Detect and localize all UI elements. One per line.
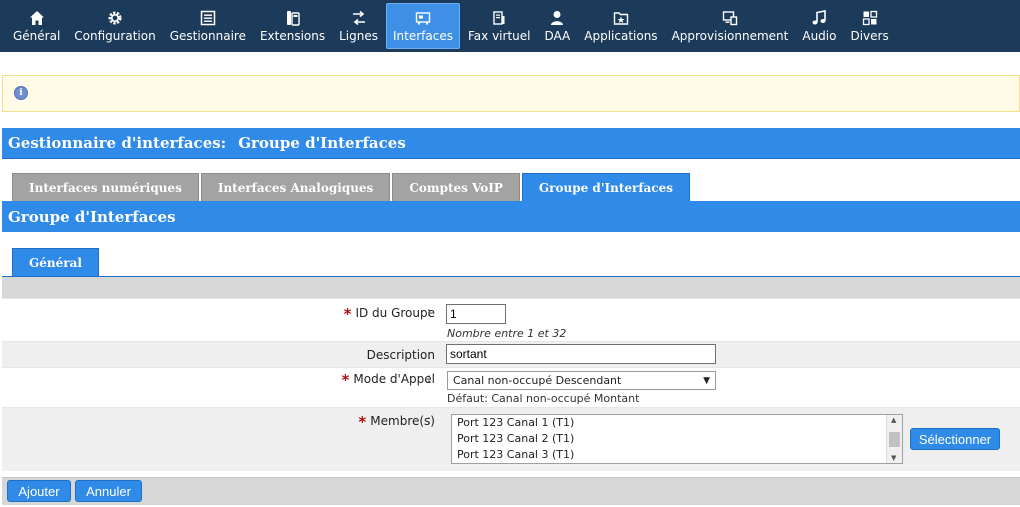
add-button[interactable]: Ajouter bbox=[7, 480, 71, 502]
row-description: Description : bbox=[2, 341, 1020, 367]
interface-tabs: Interfaces numériques Interfaces Analogi… bbox=[12, 173, 692, 201]
required-marker: * bbox=[343, 305, 352, 323]
call-mode-hint: Défaut: Canal non-occupé Montant bbox=[447, 392, 640, 405]
row-members: * Membre(s) : Port 123 Canal 1 (T1) Port … bbox=[2, 407, 1020, 471]
description-input[interactable] bbox=[446, 344, 716, 364]
list-item[interactable]: Port 123 Canal 3 (T1) bbox=[452, 447, 902, 463]
info-banner: i bbox=[2, 75, 1020, 112]
nav-gestionnaire[interactable]: Gestionnaire bbox=[164, 3, 252, 49]
tab-interfaces-numeriques[interactable]: Interfaces numériques bbox=[12, 173, 199, 201]
info-icon: i bbox=[14, 86, 28, 100]
colon: : bbox=[427, 348, 432, 362]
nav-general[interactable]: Général bbox=[7, 3, 66, 49]
section-title: Groupe d'Interfaces bbox=[2, 201, 1020, 232]
group-form: *ID du Groupe : Nombre entre 1 et 32 Des… bbox=[2, 277, 1020, 471]
music-icon bbox=[811, 9, 827, 26]
members-label: * Membre(s) bbox=[358, 413, 435, 431]
devices-icon bbox=[722, 10, 738, 26]
tab-groupe-interfaces[interactable]: Groupe d'Interfaces bbox=[521, 173, 690, 201]
description-label: Description bbox=[366, 348, 435, 362]
nav-approvisionnement[interactable]: Approvisionnement bbox=[666, 3, 795, 49]
scroll-up-icon[interactable]: ▲ bbox=[891, 416, 896, 424]
listbox-scrollbar[interactable]: ▲ ▼ bbox=[886, 415, 902, 463]
route-icon bbox=[351, 10, 367, 26]
home-icon bbox=[29, 10, 45, 26]
group-id-input[interactable] bbox=[446, 304, 506, 324]
form-top-strip bbox=[2, 277, 1020, 298]
group-id-hint: Nombre entre 1 et 32 bbox=[447, 327, 567, 340]
page-title: Gestionnaire d'interfaces: Groupe d'Inte… bbox=[2, 128, 1020, 159]
fax-icon bbox=[491, 10, 507, 26]
nav-daa[interactable]: DAA bbox=[538, 3, 576, 49]
nav-divers[interactable]: Divers bbox=[844, 3, 894, 49]
gear-icon bbox=[107, 10, 123, 26]
subtab-general[interactable]: Général bbox=[12, 248, 99, 276]
card-icon bbox=[415, 10, 431, 26]
group-id-label: * ID du Groupe bbox=[343, 305, 435, 323]
action-bar: Ajouter Annuler bbox=[2, 477, 1020, 505]
nav-configuration[interactable]: Configuration bbox=[68, 3, 161, 49]
call-mode-select[interactable]: Canal non-occupé Descendant ▼ bbox=[447, 371, 716, 390]
nav-extensions[interactable]: Extensions bbox=[254, 3, 331, 49]
grid-icon bbox=[862, 10, 878, 26]
cancel-button[interactable]: Annuler bbox=[75, 480, 142, 502]
folder-star-icon bbox=[613, 10, 629, 26]
nav-applications[interactable]: Applications bbox=[578, 3, 663, 49]
nav-fax-virtuel[interactable]: Fax virtuel bbox=[462, 3, 536, 49]
chevron-down-icon: ▼ bbox=[703, 375, 710, 386]
required-marker: * bbox=[341, 371, 350, 389]
colon: : bbox=[427, 413, 432, 427]
scroll-down-icon[interactable]: ▼ bbox=[891, 454, 896, 462]
required-marker: * bbox=[358, 413, 367, 431]
select-members-button[interactable]: Sélectionner bbox=[910, 428, 1000, 450]
list-icon bbox=[200, 10, 216, 26]
person-icon bbox=[549, 10, 565, 26]
list-item[interactable]: Port 123 Canal 1 (T1) bbox=[452, 415, 902, 431]
row-call-mode: * Mode d'Appel : Canal non-occupé Descend… bbox=[2, 367, 1020, 407]
nav-lignes[interactable]: Lignes bbox=[333, 3, 384, 49]
tab-comptes-voip[interactable]: Comptes VoIP bbox=[392, 173, 520, 201]
phone-icon bbox=[285, 10, 301, 26]
colon: : bbox=[427, 305, 432, 319]
nav-interfaces[interactable]: Interfaces bbox=[386, 3, 460, 49]
scrollbar-thumb[interactable] bbox=[889, 432, 900, 447]
tab-interfaces-analogiques[interactable]: Interfaces Analogiques bbox=[200, 173, 391, 201]
row-group-id: *ID du Groupe : Nombre entre 1 et 32 bbox=[2, 298, 1020, 341]
members-listbox[interactable]: Port 123 Canal 1 (T1) Port 123 Canal 2 (… bbox=[451, 414, 903, 464]
call-mode-label: * Mode d'Appel bbox=[341, 371, 435, 389]
list-item[interactable]: Port 123 Canal 2 (T1) bbox=[452, 431, 902, 447]
top-navigation: Général Configuration Gestionnaire Exten… bbox=[0, 0, 1020, 52]
colon: : bbox=[427, 371, 432, 385]
nav-audio[interactable]: Audio bbox=[796, 3, 842, 49]
sub-tabs: Général bbox=[12, 248, 99, 276]
